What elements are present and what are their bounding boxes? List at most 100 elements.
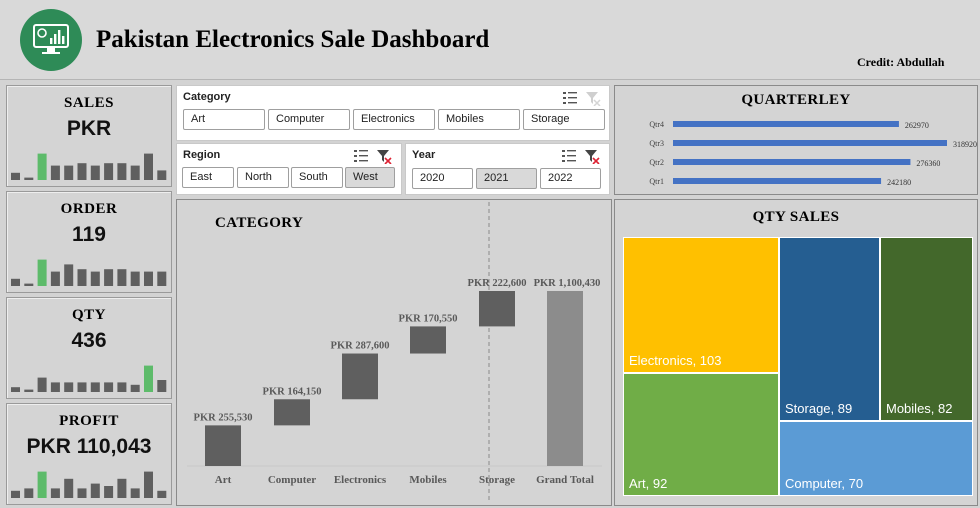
clear-filter-icon[interactable] bbox=[585, 150, 600, 164]
sparkline-bar bbox=[64, 382, 74, 392]
dashboard-logo bbox=[20, 9, 82, 71]
bar-mobiles bbox=[410, 326, 446, 354]
sparkline-bar bbox=[117, 382, 127, 392]
year-option-2020[interactable]: 2020 bbox=[412, 168, 473, 189]
treemap-label-mobiles: Mobiles, 82 bbox=[886, 401, 953, 416]
sparkline-bar bbox=[90, 271, 100, 286]
dashboard-title: Pakistan Electronics Sale Dashboard bbox=[96, 26, 490, 53]
label-grand-total: PKR 1,100,430 bbox=[534, 278, 601, 289]
treemap-label-art: Art, 92 bbox=[629, 476, 668, 491]
quarterly-bar-chart: Qtr4 Qtr3 Qtr2 Qtr1 262970 318920 276360… bbox=[649, 120, 977, 187]
sales-sparkline bbox=[11, 153, 167, 180]
sparkline-bar bbox=[144, 271, 153, 286]
region-option-west[interactable]: West bbox=[345, 167, 395, 188]
label-storage: PKR 222,600 bbox=[468, 278, 527, 289]
quarter-label-q3: Qtr3 bbox=[649, 139, 664, 148]
sparkline-bar bbox=[104, 486, 114, 498]
sales-card: SALES PKR bbox=[6, 85, 172, 187]
profit-sparkline bbox=[11, 471, 167, 498]
quarter-bar-q2 bbox=[673, 159, 911, 165]
sparkline-bar bbox=[77, 488, 87, 498]
profit-card: PROFIT PKR 110,043 bbox=[6, 403, 172, 505]
sparkline-bar bbox=[64, 264, 74, 286]
bar-computer bbox=[274, 399, 310, 426]
monitor-chart-icon bbox=[33, 24, 69, 54]
treemap-label-storage: Storage, 89 bbox=[785, 401, 853, 416]
sparkline-bar bbox=[24, 389, 34, 392]
sparkline-bar bbox=[50, 271, 60, 286]
category-slicer: Category Art Computer Electronics Mobile… bbox=[176, 85, 610, 141]
clear-filter-icon[interactable] bbox=[377, 150, 392, 164]
sparkline-bar bbox=[144, 365, 153, 392]
category-option-art[interactable]: Art bbox=[183, 109, 265, 130]
sparkline-bar bbox=[50, 488, 60, 498]
sparkline-bar bbox=[11, 387, 20, 392]
treemap-electronics: Electronics, 103 bbox=[623, 237, 779, 373]
sparkline-bar bbox=[117, 269, 127, 286]
sparkline-bar bbox=[37, 259, 47, 286]
clear-filter-icon[interactable] bbox=[586, 92, 601, 106]
sparkline-bar bbox=[117, 163, 127, 180]
quarter-bar-q1 bbox=[673, 178, 882, 184]
category-option-storage[interactable]: Storage bbox=[523, 109, 605, 130]
region-slicer: Region East North South West bbox=[176, 143, 402, 195]
sparkline-bar bbox=[37, 377, 47, 392]
treemap-mobiles: Mobiles, 82 bbox=[880, 237, 973, 421]
category-option-electronics[interactable]: Electronics bbox=[353, 109, 435, 130]
category-slicer-title: Category bbox=[183, 91, 231, 103]
bar-art bbox=[205, 425, 241, 466]
sparkline-bar bbox=[64, 478, 74, 498]
sparkline-bar bbox=[50, 165, 60, 180]
sparkline-bar bbox=[24, 177, 34, 180]
region-slicer-title: Region bbox=[183, 149, 221, 161]
bar-electronics bbox=[342, 353, 378, 400]
sparkline-bar bbox=[117, 478, 127, 498]
sparkline-bar bbox=[77, 163, 87, 180]
multi-select-icon[interactable] bbox=[562, 150, 576, 162]
sparkline-bar bbox=[90, 382, 100, 392]
region-option-north[interactable]: North bbox=[237, 167, 289, 188]
sparkline-bar bbox=[130, 384, 140, 392]
category-option-mobiles[interactable]: Mobiles bbox=[438, 109, 520, 130]
label-art: PKR 255,530 bbox=[194, 412, 253, 423]
sparkline-bar bbox=[11, 278, 20, 286]
treemap-label-electronics: Electronics, 103 bbox=[629, 353, 722, 368]
qty-sales-title: QTY SALES bbox=[752, 209, 840, 225]
treemap-computer: Computer, 70 bbox=[779, 421, 973, 496]
axis-label-grand-total: Grand Total bbox=[536, 474, 594, 486]
axis-label-storage: Storage bbox=[479, 474, 515, 486]
sparkline-bar bbox=[50, 382, 60, 392]
sparkline-bar bbox=[130, 271, 140, 286]
bar-grand-total bbox=[547, 291, 583, 466]
multi-select-icon[interactable] bbox=[354, 150, 368, 162]
year-option-2022[interactable]: 2022 bbox=[540, 168, 601, 189]
sparkline-bar bbox=[90, 483, 100, 498]
sparkline-bar bbox=[157, 380, 167, 392]
qty-card: QTY 436 bbox=[6, 297, 172, 399]
order-sparkline bbox=[11, 259, 167, 286]
quarterly-chart-panel: QUARTERLEY Qtr4 Qtr3 Qtr2 Qtr1 262970 31… bbox=[614, 85, 978, 195]
region-option-south[interactable]: South bbox=[291, 167, 343, 188]
sparkline-bar bbox=[144, 153, 153, 180]
axis-label-electronics: Electronics bbox=[334, 474, 387, 486]
sparkline-bar bbox=[64, 165, 74, 180]
sparkline-bar bbox=[130, 488, 140, 498]
sparkline-bar bbox=[144, 471, 153, 498]
sparkline-bar bbox=[77, 269, 87, 286]
category-option-computer[interactable]: Computer bbox=[268, 109, 350, 130]
sparkline-bar bbox=[77, 382, 87, 392]
qty-sparkline bbox=[11, 365, 167, 392]
sparkline-bar bbox=[90, 165, 100, 180]
sparkline-bar bbox=[11, 490, 20, 498]
region-option-east[interactable]: East bbox=[182, 167, 234, 188]
bar-storage bbox=[479, 291, 515, 327]
category-chart-panel: CATEGORY PKR 255,530 PKR 164,150 PKR 287… bbox=[176, 199, 612, 506]
sparkline-bar bbox=[104, 163, 114, 180]
quarter-value-q3: 318920 bbox=[953, 140, 977, 149]
multi-select-icon[interactable] bbox=[563, 92, 577, 104]
year-option-2021[interactable]: 2021 bbox=[476, 168, 537, 189]
quarter-value-q2: 276360 bbox=[916, 159, 940, 168]
sparkline-bar bbox=[24, 488, 34, 498]
year-slicer: Year 2020 2021 2022 bbox=[405, 143, 610, 195]
sparkline-bar bbox=[24, 283, 34, 286]
